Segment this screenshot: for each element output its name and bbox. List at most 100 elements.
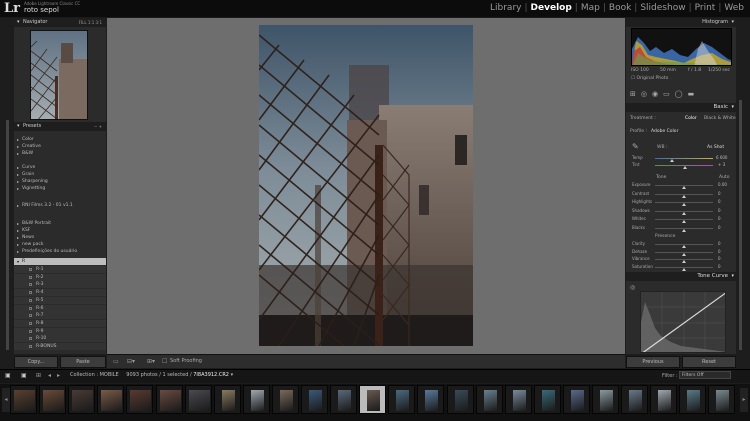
- filmstrip-thumbnail[interactable]: [68, 385, 96, 414]
- filmstrip-source[interactable]: Collection : MOBILE 9093 photos / 1 sele…: [70, 372, 233, 378]
- temp-value[interactable]: 6 600: [716, 155, 727, 160]
- original-photo-checkbox[interactable]: ☐ Original Photo: [631, 76, 668, 81]
- preset-group[interactable]: ▸ new pack: [14, 241, 106, 248]
- treatment-color-option[interactable]: Color: [685, 116, 697, 121]
- filmstrip-thumbnail[interactable]: [39, 385, 67, 414]
- slider-value[interactable]: 0: [718, 241, 721, 246]
- preset-group[interactable]: ▸ Color: [14, 136, 106, 143]
- filmstrip-thumbnail[interactable]: [708, 385, 736, 414]
- slider-knob[interactable]: [682, 203, 686, 206]
- module-web[interactable]: Web: [721, 3, 747, 13]
- forward-arrow-icon[interactable]: ▸: [57, 372, 60, 379]
- preset-item[interactable]: R-4: [14, 289, 106, 297]
- navigator-preview[interactable]: [30, 30, 88, 120]
- presets-header[interactable]: ▾ Presets − +: [14, 122, 106, 131]
- slider-knob[interactable]: [682, 228, 686, 232]
- navigator-header[interactable]: ▾ Navigator FILL 1:1 3:1: [14, 18, 106, 27]
- preset-group[interactable]: ▸ Sharpening: [14, 178, 106, 185]
- filmstrip-thumbnail[interactable]: [330, 385, 358, 414]
- back-arrow-icon[interactable]: ◂: [48, 372, 51, 379]
- filmstrip-thumbnail[interactable]: [301, 385, 328, 414]
- filmstrip-thumbnail[interactable]: [592, 385, 619, 414]
- secondary-window-icon[interactable]: ▣: [21, 372, 27, 379]
- filmstrip-thumbnail[interactable]: [679, 385, 707, 414]
- filmstrip-thumbnail[interactable]: [388, 385, 416, 414]
- slider-value[interactable]: 0: [718, 208, 721, 213]
- tone-curve-graph[interactable]: [640, 291, 726, 353]
- preset-item[interactable]: R-9: [14, 327, 106, 335]
- module-library[interactable]: Library: [487, 3, 524, 13]
- graduated-filter-icon[interactable]: ▭: [663, 90, 670, 100]
- filmstrip-thumbnail[interactable]: [475, 385, 503, 414]
- preset-group[interactable]: ▸ B&W: [14, 150, 106, 157]
- previous-button[interactable]: Previous: [626, 356, 680, 368]
- slider-value[interactable]: 0: [718, 216, 721, 221]
- tone-auto-button[interactable]: Auto: [719, 175, 729, 180]
- white-balance-eyedropper-icon[interactable]: ✎: [632, 142, 639, 151]
- module-print[interactable]: Print: [692, 3, 719, 13]
- temp-slider-knob[interactable]: [670, 159, 674, 162]
- soft-proofing-checkbox[interactable]: ☐: [162, 358, 167, 365]
- filmstrip-scroll-left-icon[interactable]: ◂: [2, 388, 10, 412]
- tint-value[interactable]: + 3: [718, 162, 725, 167]
- filmstrip-scroll-right-icon[interactable]: ▸: [740, 388, 748, 412]
- filmstrip-thumbnail[interactable]: [417, 385, 445, 414]
- reset-button[interactable]: Reset: [682, 356, 736, 368]
- preset-item[interactable]: R-BONUS: [14, 343, 106, 350]
- temp-slider[interactable]: [655, 158, 713, 159]
- slider-value[interactable]: 0.00: [718, 182, 727, 187]
- preset-group[interactable]: ▸ B&W Portrait: [14, 220, 106, 227]
- filmstrip-thumbnail[interactable]: [184, 385, 212, 414]
- preset-item[interactable]: R-2: [14, 273, 106, 281]
- preset-item[interactable]: R-3: [14, 281, 106, 289]
- preset-group[interactable]: ▸ Creative: [14, 143, 106, 150]
- module-map[interactable]: Map: [578, 3, 603, 13]
- filmstrip-thumbnail[interactable]: [126, 385, 154, 414]
- slider-value[interactable]: 0: [718, 191, 721, 196]
- filmstrip-thumbnail[interactable]: [271, 385, 299, 414]
- filmstrip-thumbnail[interactable]: [242, 385, 270, 414]
- filmstrip-thumbnail[interactable]: [621, 385, 649, 414]
- preset-group[interactable]: ▸ Vignetting: [14, 185, 106, 192]
- wb-dropdown[interactable]: As Shot: [707, 145, 724, 150]
- adjustment-brush-icon[interactable]: ▬: [688, 90, 695, 100]
- slider-value[interactable]: 0: [718, 249, 721, 254]
- radial-filter-icon[interactable]: ◯: [675, 90, 683, 100]
- preset-group[interactable]: ▸ News: [14, 234, 106, 241]
- main-photo[interactable]: [259, 25, 473, 346]
- preset-item[interactable]: R-1: [14, 266, 106, 273]
- right-panel-scrollbar[interactable]: [739, 100, 742, 350]
- module-develop[interactable]: Develop: [528, 3, 575, 13]
- preset-group[interactable]: ▸ RNI Films 3.2 - 01 v1.1: [14, 202, 106, 209]
- red-eye-icon[interactable]: ◉: [652, 90, 658, 100]
- histogram-header[interactable]: Histogram ▾: [626, 18, 736, 27]
- slider-knob[interactable]: [682, 260, 686, 263]
- slider-knob[interactable]: [682, 211, 686, 215]
- preset-item[interactable]: R-5: [14, 296, 106, 304]
- preset-item[interactable]: R-10: [14, 335, 106, 343]
- presets-add-icon[interactable]: − +: [94, 122, 102, 131]
- treatment-bw-option[interactable]: Black & White: [704, 116, 736, 121]
- slider-knob[interactable]: [682, 220, 686, 223]
- profile-dropdown[interactable]: Adobe Color: [651, 129, 678, 134]
- spot-removal-icon[interactable]: ◎: [641, 90, 647, 100]
- slider-knob[interactable]: [682, 267, 686, 271]
- tint-slider-knob[interactable]: [683, 166, 687, 169]
- slider-value[interactable]: 0: [718, 256, 721, 261]
- yy-view-icon[interactable]: ⊞▾: [147, 358, 155, 365]
- module-book[interactable]: Book: [606, 3, 634, 13]
- preset-group[interactable]: ▸ Curve: [14, 164, 106, 171]
- filmstrip-thumbnail[interactable]: [533, 385, 561, 414]
- filmstrip-thumbnail[interactable]: [562, 385, 590, 414]
- filmstrip-thumbnail[interactable]: [10, 385, 37, 414]
- filmstrip-thumbnail[interactable]: [504, 385, 532, 414]
- filmstrip-thumbnail[interactable]: [155, 385, 183, 414]
- preset-group[interactable]: ▸ Predefinições do usuário: [14, 248, 106, 255]
- slider-knob[interactable]: [682, 194, 686, 198]
- preset-item[interactable]: R-8: [14, 319, 106, 327]
- histogram-graph[interactable]: [631, 28, 732, 66]
- slider-knob[interactable]: [682, 186, 686, 189]
- paste-settings-button[interactable]: Paste: [60, 356, 106, 368]
- grid-view-icon[interactable]: ⊞: [36, 372, 41, 379]
- crop-tool-icon[interactable]: ⊞: [630, 90, 636, 100]
